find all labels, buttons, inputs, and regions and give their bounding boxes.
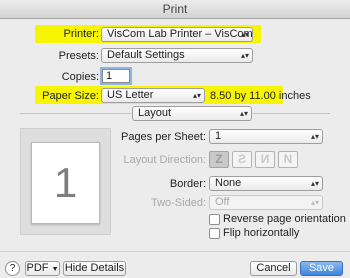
chevron-down-icon: ▼ bbox=[51, 266, 59, 273]
printer-select[interactable]: VisCom Lab Printer – VisCom RIP ▴▾ bbox=[101, 27, 253, 42]
up-down-arrows-icon: ▴▾ bbox=[192, 91, 201, 100]
section-divider-right bbox=[253, 113, 330, 114]
up-down-arrows-icon: ▴▾ bbox=[240, 30, 249, 39]
up-down-arrows-icon: ▴▾ bbox=[310, 198, 319, 207]
up-down-arrows-icon: ▴▾ bbox=[239, 109, 248, 118]
paper-dimensions: 8.50 by 11.00 inches bbox=[210, 90, 311, 102]
copies-label: Copies: bbox=[61, 71, 99, 83]
layout-z-icon[interactable]: Z bbox=[209, 151, 229, 168]
hide-details-button[interactable]: Hide Details bbox=[63, 261, 126, 276]
page-preview: 1 bbox=[20, 128, 111, 235]
flip-horizontally-checkbox[interactable] bbox=[209, 228, 220, 239]
two-sided-label: Two-Sided: bbox=[150, 197, 206, 209]
pdf-menu-button[interactable]: PDF ▼ bbox=[25, 261, 60, 276]
up-down-arrows-icon: ▴▾ bbox=[240, 51, 249, 60]
up-down-arrows-icon: ▴▾ bbox=[310, 179, 319, 188]
layout-n-icon[interactable]: И bbox=[255, 151, 275, 168]
section-select[interactable]: Layout ▴▾ bbox=[132, 106, 252, 121]
save-button[interactable]: Save bbox=[300, 261, 343, 276]
paper-size-select[interactable]: US Letter ▴▾ bbox=[101, 88, 205, 103]
cancel-button[interactable]: Cancel bbox=[250, 261, 297, 276]
window-title: Print bbox=[0, 0, 350, 19]
pdf-label: PDF bbox=[26, 262, 49, 274]
up-down-arrows-icon: ▴▾ bbox=[310, 132, 319, 141]
section-value: Layout bbox=[138, 107, 172, 119]
border-label: Border: bbox=[169, 178, 206, 190]
layout-direction-label: Layout Direction: bbox=[123, 154, 206, 166]
two-sided-select[interactable]: Off ▴▾ bbox=[209, 195, 323, 210]
reverse-orientation-checkbox[interactable] bbox=[209, 214, 220, 225]
presets-select[interactable]: Default Settings ▴▾ bbox=[101, 48, 253, 63]
pages-per-sheet-label: Pages per Sheet: bbox=[120, 131, 206, 143]
border-value: None bbox=[215, 177, 242, 189]
printer-value: VisCom Lab Printer – VisCom RIP bbox=[107, 28, 253, 40]
flip-horizontally-label: Flip horizontally bbox=[223, 227, 300, 239]
section-divider-left bbox=[20, 113, 131, 114]
help-button[interactable]: ? bbox=[5, 261, 20, 276]
reverse-orientation-label: Reverse page orientation bbox=[223, 213, 346, 225]
paper-size-value: US Letter bbox=[107, 89, 154, 101]
printer-label: Printer: bbox=[63, 28, 99, 40]
paper-size-label: Paper Size: bbox=[42, 90, 99, 102]
presets-label: Presets: bbox=[58, 50, 99, 62]
layout-reverse-n-icon[interactable]: N bbox=[278, 151, 298, 168]
copies-field[interactable]: 1 bbox=[102, 69, 130, 83]
preview-page: 1 bbox=[31, 142, 100, 224]
layout-reverse-z-icon[interactable]: Ƨ bbox=[232, 151, 252, 168]
two-sided-value: Off bbox=[215, 196, 230, 208]
pages-per-sheet-select[interactable]: 1 ▴▾ bbox=[209, 129, 323, 144]
footer-divider bbox=[0, 251, 350, 252]
border-select[interactable]: None ▴▾ bbox=[209, 176, 323, 191]
pages-per-sheet-value: 1 bbox=[215, 130, 222, 142]
presets-value: Default Settings bbox=[107, 49, 185, 61]
